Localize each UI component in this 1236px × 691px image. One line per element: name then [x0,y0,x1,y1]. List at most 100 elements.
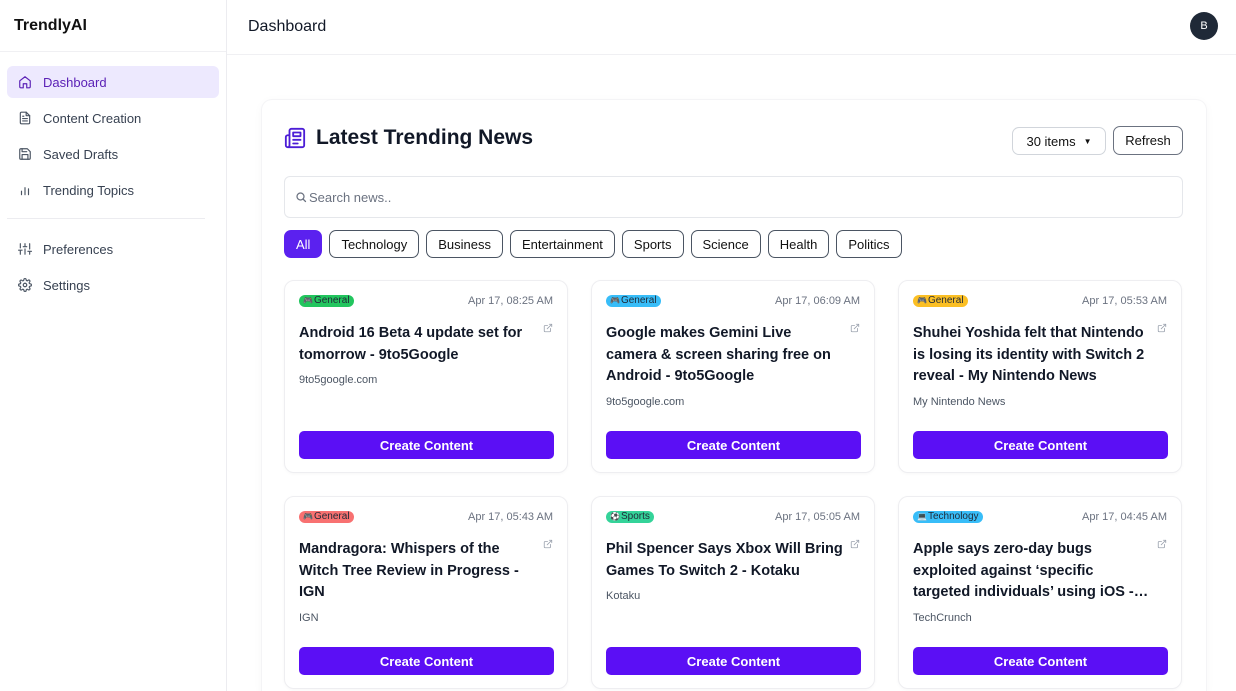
news-title[interactable]: Shuhei Yoshida felt that Nintendo is los… [913,323,1153,388]
sidebar-item-saved-drafts[interactable]: Saved Drafts [7,138,219,170]
sliders-icon [17,241,33,257]
avatar[interactable]: B [1190,12,1218,40]
save-icon [17,146,33,162]
app-root: TrendlyAI Dashboard Content Creation Sav… [0,0,1236,691]
category-label: General [313,295,350,306]
gear-icon [17,277,33,293]
news-source: TechCrunch [913,612,972,624]
category-label: Technology [927,511,979,522]
news-source: 9to5google.com [299,374,378,386]
news-title[interactable]: Phil Spencer Says Xbox Will Bring Games … [606,539,846,582]
sidebar-item-label: Trending Topics [43,182,135,198]
create-content-button[interactable]: Create Content [606,647,861,675]
search-input[interactable] [309,189,1159,205]
news-source: IGN [299,612,319,624]
sidebar-item-dashboard[interactable]: Dashboard [7,66,219,98]
filter-chip-health[interactable]: Health [767,230,830,258]
category-badge: 🎮 General [606,295,661,307]
category-badge: 🎮 General [299,295,354,307]
external-link-icon[interactable] [850,323,860,333]
filter-chip-science[interactable]: Science [690,230,761,258]
news-title[interactable]: Apple says zero-day bugs exploited again… [913,539,1153,604]
search-icon [295,191,307,203]
sidebar-item-label: Saved Drafts [43,146,119,162]
external-link-icon[interactable] [1157,323,1167,333]
game-controller-icon: 🎮 [610,296,620,305]
news-title[interactable]: Mandragora: Whispers of the Witch Tree R… [299,539,539,604]
sidebar-item-trending-topics[interactable]: Trending Topics [7,174,219,206]
sidebar-item-preferences[interactable]: Preferences [7,233,219,265]
create-content-button[interactable]: Create Content [299,647,554,675]
news-source: Kotaku [606,590,641,602]
newspaper-icon [284,127,306,149]
news-date: Apr 17, 05:53 AM [1082,295,1167,307]
category-label: Sports [620,511,650,522]
category-badge: 🎮 General [913,295,968,307]
news-source: My Nintendo News [913,396,1006,408]
external-link-icon[interactable] [543,539,553,549]
game-controller-icon: 🎮 [917,296,927,305]
sidebar: TrendlyAI Dashboard Content Creation Sav… [0,0,227,691]
panel-title: Latest Trending News [316,126,534,149]
sidebar-item-content-creation[interactable]: Content Creation [7,102,219,134]
news-card: 🎮 General Apr 17, 06:09 AM Google makes … [591,280,875,473]
sidebar-item-label: Dashboard [43,74,107,90]
external-link-icon[interactable] [543,323,553,333]
trending-news-panel: Latest Trending News 30 items ▼ Refresh … [262,100,1206,691]
laptop-icon: 💻 [917,512,927,521]
bar-chart-icon [17,182,33,198]
news-title[interactable]: Google makes Gemini Live camera & screen… [606,323,846,388]
external-link-icon[interactable] [850,539,860,549]
filter-chip-business[interactable]: Business [426,230,503,258]
game-controller-icon: 🎮 [303,512,313,521]
news-date: Apr 17, 05:05 AM [775,511,860,523]
news-date: Apr 17, 04:45 AM [1082,511,1167,523]
news-card: 🎮 General Apr 17, 05:43 AM Mandragora: W… [284,496,568,689]
sidebar-item-label: Preferences [43,241,114,257]
news-card: 🎮 General Apr 17, 08:25 AM Android 16 Be… [284,280,568,473]
create-content-button[interactable]: Create Content [299,431,554,459]
news-grid: 🎮 General Apr 17, 08:25 AM Android 16 Be… [284,280,1182,689]
sidebar-item-settings[interactable]: Settings [7,269,219,301]
brand-logo[interactable]: TrendlyAI [0,0,226,52]
category-badge: 💻 Technology [913,511,983,523]
panel-header: Latest Trending News [284,126,533,150]
category-label: General [620,295,657,306]
news-date: Apr 17, 05:43 AM [468,511,553,523]
create-content-button[interactable]: Create Content [913,647,1168,675]
create-content-button[interactable]: Create Content [606,431,861,459]
filter-chip-all[interactable]: All [284,230,323,258]
news-card: 🎮 General Apr 17, 05:53 AM Shuhei Yoshid… [898,280,1182,473]
soccer-ball-icon: ⚽ [610,512,620,521]
filter-chip-sports[interactable]: Sports [621,230,684,258]
category-label: General [313,511,350,522]
news-date: Apr 17, 06:09 AM [775,295,860,307]
filter-chip-technology[interactable]: Technology [329,230,420,258]
news-card: 💻 Technology Apr 17, 04:45 AM Apple says… [898,496,1182,689]
create-content-button[interactable]: Create Content [913,431,1168,459]
file-text-icon [17,110,33,126]
category-badge: 🎮 General [299,511,354,523]
sidebar-divider [7,218,205,219]
items-count-select[interactable]: 30 items ▼ [1012,127,1106,155]
category-filters: All Technology Business Entertainment Sp… [284,230,902,258]
news-date: Apr 17, 08:25 AM [468,295,553,307]
top-header: Dashboard B [227,0,1236,55]
game-controller-icon: 🎮 [303,296,313,305]
category-label: General [927,295,964,306]
page-title: Dashboard [248,18,327,35]
external-link-icon[interactable] [1157,539,1167,549]
sidebar-item-label: Content Creation [43,110,142,126]
news-title[interactable]: Android 16 Beta 4 update set for tomorro… [299,323,539,366]
sidebar-nav: Dashboard Content Creation Saved Drafts … [0,52,226,301]
filter-chip-entertainment[interactable]: Entertainment [509,230,615,258]
news-card: ⚽ Sports Apr 17, 05:05 AM Phil Spencer S… [591,496,875,689]
category-badge: ⚽ Sports [606,511,654,523]
home-icon [17,74,33,90]
filter-chip-politics[interactable]: Politics [836,230,902,258]
items-count-value: 30 items [1026,133,1076,149]
refresh-button[interactable]: Refresh [1113,126,1183,155]
sidebar-item-label: Settings [43,277,90,293]
chevron-down-icon: ▼ [1083,136,1092,146]
search-bar [284,176,1183,218]
